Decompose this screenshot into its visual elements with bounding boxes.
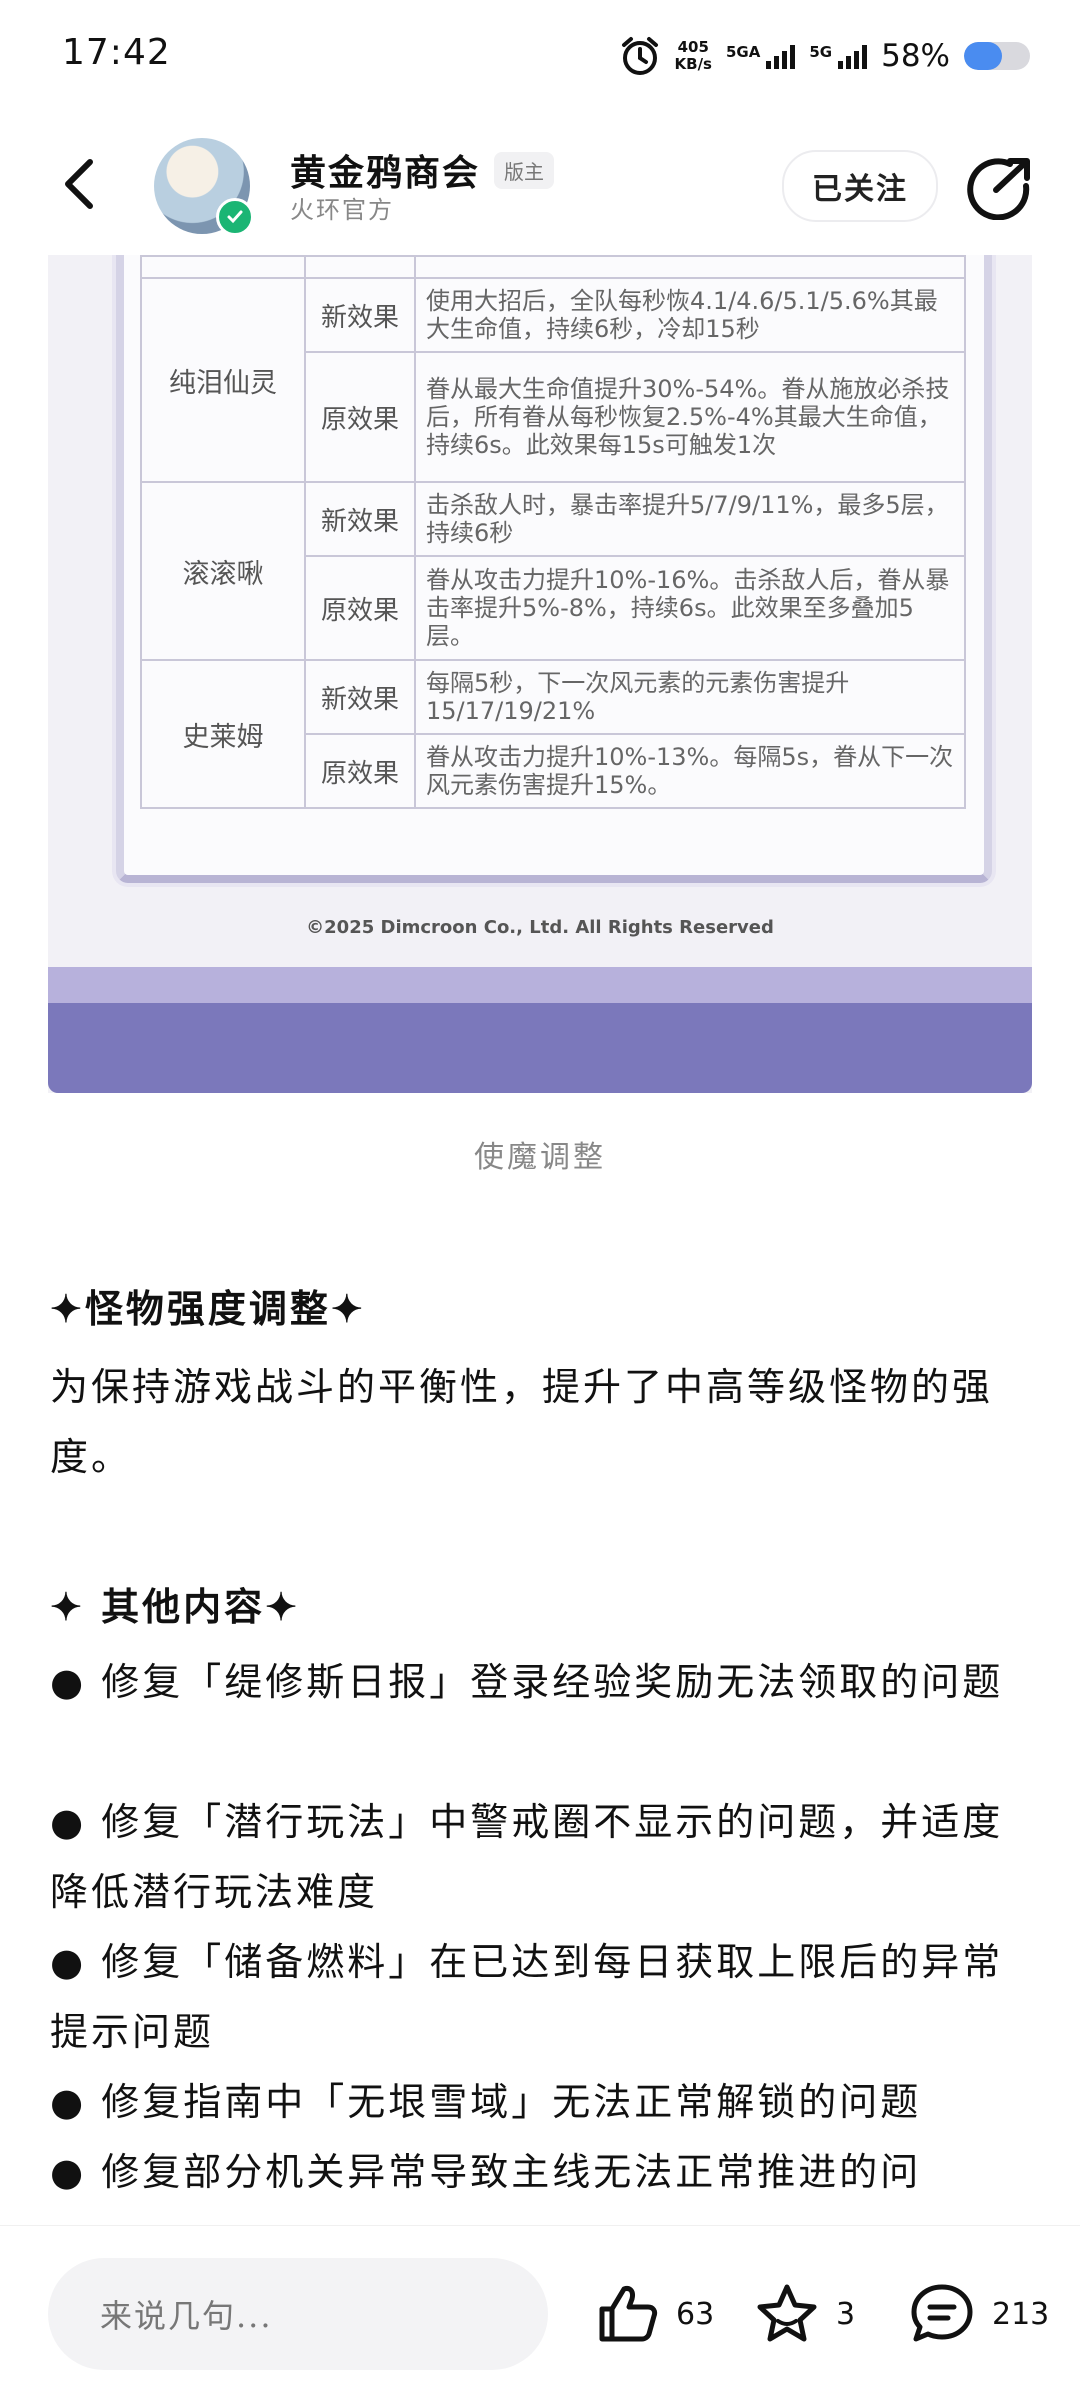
section-title-monster: ✦怪物强度调整✦ [50,1286,366,1331]
familiar-change-table: 纯泪仙灵 新效果 使用大招后，全队每秒恢4.1/4.6/5.1/5.6%其最大生… [140,255,966,809]
new-effect-text: 每隔5秒，下一次风元素的元素伤害提升15/17/19/21% [414,659,966,735]
account-name[interactable]: 黄金鸦商会 [290,144,480,196]
chevron-left-icon [65,159,93,209]
battery-percent: 58% [881,38,950,74]
like-button[interactable]: 63 [594,2278,714,2350]
old-effect-text: 眷从攻击力提升10%-16%。击杀敌人后，眷从暴击率提升5%-8%，持续6s。此… [414,555,966,661]
old-effect-label: 原效果 [304,555,416,661]
table-row: 史莱姆 新效果 每隔5秒，下一次风元素的元素伤害提升15/17/19/21% [140,659,966,809]
signal-bars-icon [766,43,796,69]
image-band-light [48,967,1032,1003]
verified-check-icon [216,198,254,236]
image-table-frame: 纯泪仙灵 新效果 使用大招后，全队每秒恢4.1/4.6/5.1/5.6%其最大生… [116,255,992,883]
net-speed-unit: KB/s [674,55,712,73]
list-item: ● 修复「缇修斯日报」登录经验奖励无法领取的问题 [50,1660,1004,1704]
list-item: ● 修复指南中「无垠雪域」无法正常解锁的问题 [50,2080,922,2124]
signal-bars-icon [838,43,868,69]
back-button[interactable] [50,154,110,214]
sim2-signal: 5G [809,43,868,69]
bottom-action-bar: 来说几句... 63 3 213 [0,2225,1080,2401]
new-effect-text: 击杀敌人时，暴击率提升5/7/9/11%，最多5层，持续6秒 [414,481,966,557]
new-effect-label: 新效果 [304,277,416,353]
list-item: ● 修复「储备燃料」在已达到每日获取上限后的异常提示问题 [50,1940,1004,2054]
battery-icon [964,42,1030,70]
list-item: ● 修复「潜行玩法」中警戒圈不显示的问题，并适度降低潜行玩法难度 [50,1800,1004,1914]
avatar[interactable] [154,138,254,236]
list-item: ● 修复部分机关异常导致主线无法正常推进的问 [50,2150,922,2194]
alarm-clock-icon [621,37,658,75]
net-speed-value: 405 [677,38,709,56]
new-effect-label: 新效果 [304,481,416,557]
account-subtitle: 火环官方 [290,196,394,224]
old-effect-label: 原效果 [304,351,416,483]
network-speed: 405 KB/s [675,39,712,73]
status-icons: 405 KB/s 5GA 5G 58% [619,34,1030,78]
share-button[interactable] [966,156,1034,221]
like-count: 63 [676,2296,715,2332]
table-row: 滚滚啾 新效果 击杀敌人时，暴击率提升5/7/9/11%，最多5层，持续6秒 [140,481,966,661]
article-image[interactable]: 纯泪仙灵 新效果 使用大招后，全队每秒恢4.1/4.6/5.1/5.6%其最大生… [48,255,1032,1093]
thumbs-up-icon [599,2286,658,2342]
star-icon [757,2284,817,2342]
familiar-name: 滚滚啾 [140,481,306,661]
comment-input[interactable]: 来说几句... [48,2258,548,2370]
favorite-button[interactable]: 3 [754,2278,855,2350]
account-name-row: 黄金鸦商会 版主 [290,144,555,196]
status-bar: 17:42 405 KB/s 5GA 5G 58% [0,0,1080,110]
familiar-name: 纯泪仙灵 [140,277,306,483]
comment-count: 213 [992,2296,1050,2332]
share-arrow-icon [967,158,1030,221]
battery-fill [964,42,1003,70]
sim1-signal: 5GA [725,43,796,69]
new-effect-text: 使用大招后，全队每秒恢4.1/4.6/5.1/5.6%其最大生命值，持续6秒，冷… [414,277,966,353]
moderator-badge: 版主 [494,151,555,189]
table-row: 纯泪仙灵 新效果 使用大招后，全队每秒恢4.1/4.6/5.1/5.6%其最大生… [140,277,966,483]
favorite-count: 3 [836,2296,856,2332]
old-effect-text: 眷从攻击力提升10%-13%。每隔5s，眷从下一次风元素伤害提升15%。 [414,733,966,809]
follow-button[interactable]: 已关注 [782,150,938,222]
post-header: 黄金鸦商会 版主 火环官方 已关注 [0,120,1080,250]
old-effect-text: 眷从最大生命值提升30%-54%。眷从施放必杀技后，所有眷从每秒恢复2.5%-4… [414,351,966,483]
section-title-other: ✦ 其他内容✦ [50,1584,300,1629]
image-band-dark [48,1003,1032,1093]
comment-button[interactable]: 213 [908,2278,1049,2350]
image-caption: 使魔调整 [474,1140,606,1175]
sim2-label: 5G [809,43,833,61]
section-text-monster: 为保持游戏战斗的平衡性，提升了中高等级怪物的强度。 [50,1365,994,1479]
image-copyright: ©2025 Dimcroon Co., Ltd. All Rights Rese… [306,917,774,938]
sim1-label: 5GA [725,43,761,61]
new-effect-label: 新效果 [304,659,416,735]
comment-bubble-icon [911,2284,973,2342]
status-time: 17:42 [62,32,171,73]
old-effect-label: 原效果 [304,733,416,809]
familiar-name: 史莱姆 [140,659,306,809]
